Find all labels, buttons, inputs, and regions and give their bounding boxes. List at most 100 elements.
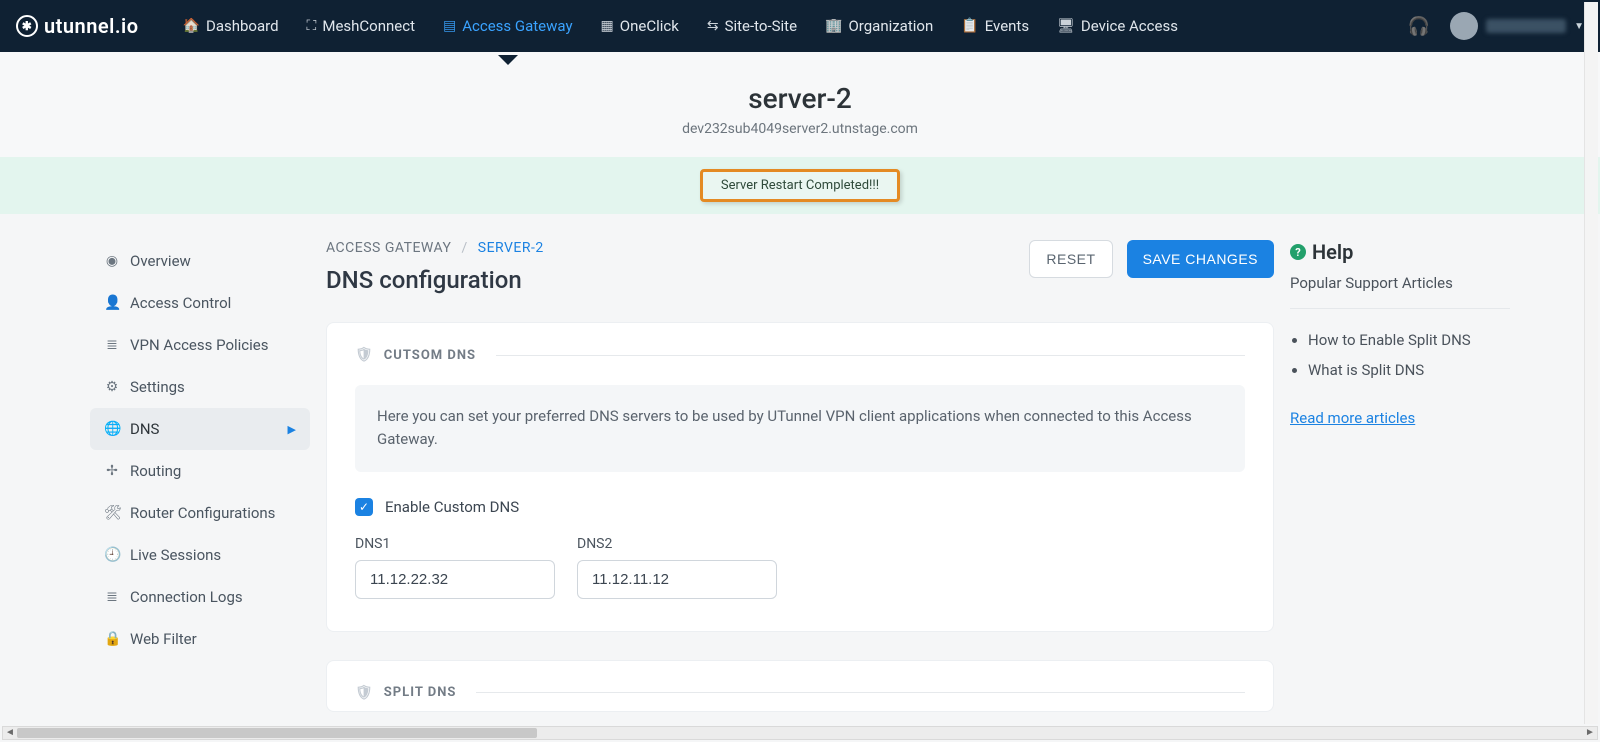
help-articles-list: How to Enable Split DNS What is Split DN… <box>1290 325 1510 385</box>
side-routing[interactable]: ✢ Routing <box>90 450 310 492</box>
sidebar-item-label: Access Control <box>130 294 231 312</box>
nav-right: 🎧 ▼ <box>1408 12 1584 40</box>
nav-label: MeshConnect <box>322 17 415 35</box>
nav-events[interactable]: 📋 Events <box>949 3 1041 49</box>
mesh-icon: ⛶ <box>307 18 317 34</box>
help-article[interactable]: How to Enable Split DNS <box>1308 325 1510 355</box>
split-dns-heading-row: 🛡 SPLIT DNS <box>355 685 1245 701</box>
home-icon: 🏠 <box>183 18 200 34</box>
support-icon[interactable]: 🎧 <box>1408 16 1430 37</box>
nav-list: 🏠 Dashboard ⛶ MeshConnect ▤ Access Gatew… <box>171 3 1400 49</box>
top-navbar: ✱ utunnel.io 🏠 Dashboard ⛶ MeshConnect ▤… <box>0 0 1600 52</box>
nav-label: Device Access <box>1081 17 1178 35</box>
enable-custom-dns-row: ✓ Enable Custom DNS <box>355 498 1245 516</box>
sidebar-item-label: Live Sessions <box>130 546 221 564</box>
breadcrumb-separator: / <box>461 240 467 256</box>
sidebar-item-label: Connection Logs <box>130 588 243 606</box>
clock-icon: 🕘 <box>104 547 120 563</box>
action-buttons: RESET SAVE CHANGES <box>1029 240 1274 278</box>
horizontal-scrollbar[interactable]: ◄ ► <box>2 726 1598 740</box>
nav-label: Events <box>985 17 1029 35</box>
side-overview[interactable]: ◉ Overview <box>90 240 310 282</box>
org-icon: 🏢 <box>825 18 842 34</box>
custom-dns-info: Here you can set your preferred DNS serv… <box>355 385 1245 472</box>
logs-icon: ≣ <box>104 589 120 605</box>
sidebar-item-label: DNS <box>130 420 159 438</box>
custom-dns-heading: CUTSOM DNS <box>384 348 476 363</box>
divider-line <box>496 355 1245 356</box>
page-header: server-2 dev232sub4049server2.utnstage.c… <box>0 52 1600 157</box>
dns1-label: DNS1 <box>355 536 555 552</box>
content-top: ACCESS GATEWAY / SERVER-2 DNS configurat… <box>326 240 1274 294</box>
events-icon: 📋 <box>961 18 978 34</box>
lock-icon: 🔒 <box>104 631 120 647</box>
split-dns-heading: SPLIT DNS <box>384 685 457 700</box>
side-dns[interactable]: 🌐 DNS ▶ <box>90 408 310 450</box>
help-divider <box>1290 308 1510 309</box>
nav-organization[interactable]: 🏢 Organization <box>813 3 945 49</box>
dns2-input[interactable] <box>577 560 777 599</box>
read-more-link[interactable]: Read more articles <box>1290 409 1415 427</box>
breadcrumb-current[interactable]: SERVER-2 <box>478 240 544 256</box>
breadcrumb-root[interactable]: ACCESS GATEWAY <box>326 240 451 256</box>
save-button[interactable]: SAVE CHANGES <box>1127 240 1274 278</box>
shield-icon: 🛡 <box>355 685 374 701</box>
reset-button[interactable]: RESET <box>1029 240 1112 278</box>
sidebar-item-label: Web Filter <box>130 630 197 648</box>
side-live-sessions[interactable]: 🕘 Live Sessions <box>90 534 310 576</box>
chevron-right-icon: ▶ <box>288 423 296 436</box>
nav-oneclick[interactable]: ▦ OneClick <box>589 3 691 49</box>
sidebar-item-label: Router Configurations <box>130 504 275 522</box>
scroll-right-icon[interactable]: ► <box>1583 727 1597 739</box>
dns1-input[interactable] <box>355 560 555 599</box>
side-vpn-policies[interactable]: ≣ VPN Access Policies <box>90 324 310 366</box>
nav-access-gateway[interactable]: ▤ Access Gateway <box>431 3 585 49</box>
scroll-left-icon[interactable]: ◄ <box>3 727 17 739</box>
vertical-scrollbar[interactable] <box>1584 2 1598 724</box>
side-router-config[interactable]: 🛠 Router Configurations <box>90 492 310 534</box>
help-article[interactable]: What is Split DNS <box>1308 355 1510 385</box>
user-name-blurred <box>1486 19 1566 33</box>
side-connection-logs[interactable]: ≣ Connection Logs <box>90 576 310 618</box>
side-web-filter[interactable]: 🔒 Web Filter <box>90 618 310 660</box>
nav-site-to-site[interactable]: ⇆ Site-to-Site <box>695 3 809 49</box>
alert-message: Server Restart Completed!!! <box>700 169 900 202</box>
content: ACCESS GATEWAY / SERVER-2 DNS configurat… <box>326 240 1274 712</box>
main-row: ◉ Overview 👤 Access Control ≣ VPN Access… <box>0 214 1600 712</box>
dns1-field: DNS1 <box>355 536 555 599</box>
sidebar-item-label: VPN Access Policies <box>130 336 269 354</box>
enable-custom-dns-label: Enable Custom DNS <box>385 498 519 516</box>
wrench-icon: 🛠 <box>104 505 120 521</box>
sidebar-item-label: Overview <box>130 252 191 270</box>
help-icon: ? <box>1290 244 1306 260</box>
scroll-thumb[interactable] <box>17 728 537 738</box>
side-access-control[interactable]: 👤 Access Control <box>90 282 310 324</box>
policies-icon: ≣ <box>104 337 120 353</box>
nav-meshconnect[interactable]: ⛶ MeshConnect <box>295 3 427 49</box>
brand-logo[interactable]: ✱ utunnel.io <box>16 14 139 38</box>
enable-custom-dns-checkbox[interactable]: ✓ <box>355 498 373 516</box>
gateway-icon: ▤ <box>443 18 456 34</box>
user-menu[interactable]: ▼ <box>1450 12 1584 40</box>
brand-text: utunnel.io <box>44 14 139 38</box>
dns2-label: DNS2 <box>577 536 777 552</box>
nav-dashboard[interactable]: 🏠 Dashboard <box>171 3 291 49</box>
user-icon: 👤 <box>104 295 120 311</box>
sitetosite-icon: ⇆ <box>707 18 719 34</box>
sidebar-item-label: Routing <box>130 462 181 480</box>
gear-icon: ⚙ <box>104 379 120 395</box>
avatar <box>1450 12 1478 40</box>
nav-label: Access Gateway <box>462 17 572 35</box>
device-icon: 🖥 <box>1057 18 1075 34</box>
nav-label: OneClick <box>620 17 679 35</box>
dns2-field: DNS2 <box>577 536 777 599</box>
help-title: Help <box>1312 240 1353 264</box>
overview-icon: ◉ <box>104 253 120 269</box>
nav-device-access[interactable]: 🖥 Device Access <box>1045 3 1190 49</box>
sidebar-item-label: Settings <box>130 378 185 396</box>
side-settings[interactable]: ⚙ Settings <box>90 366 310 408</box>
page-title: server-2 <box>0 82 1600 115</box>
page-subtitle: dev232sub4049server2.utnstage.com <box>0 121 1600 137</box>
help-subtitle: Popular Support Articles <box>1290 274 1510 292</box>
nav-label: Dashboard <box>206 17 279 35</box>
